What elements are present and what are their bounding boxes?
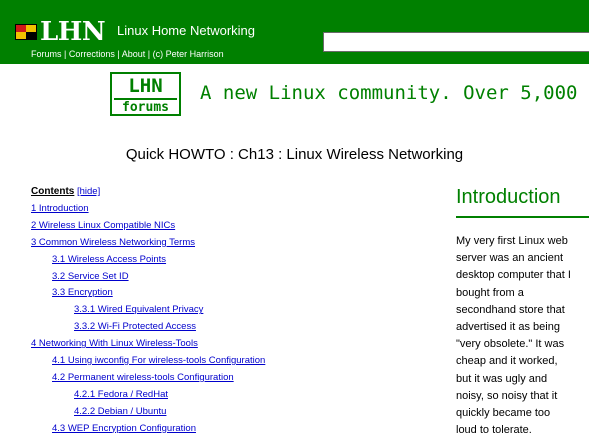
toc-link[interactable]: 3 Common Wireless Networking Terms — [31, 236, 421, 253]
top-nav: Forums | Corrections | About | (c) Peter… — [31, 49, 224, 59]
nav-link-corrections[interactable]: Corrections — [69, 49, 115, 59]
intro-line: bought from a — [456, 286, 524, 299]
section-heading-introduction: Introduction — [456, 186, 561, 208]
nav-link-forums[interactable]: Forums — [31, 49, 62, 59]
toc-link[interactable]: 1 Introduction — [31, 202, 421, 219]
intro-line: advertised it as being — [456, 321, 560, 334]
search-input[interactable] — [323, 32, 589, 52]
toc-link[interactable]: 4.2 Permanent wireless-tools Configurati… — [31, 371, 421, 388]
forums-logo: LHN forums — [110, 72, 181, 116]
intro-line: quickly became too — [456, 407, 551, 420]
intro-line: "very obsolete." It was — [456, 338, 565, 351]
nav-link-about[interactable]: About — [122, 49, 146, 59]
toc-link[interactable]: 4 Networking With Linux Wireless-Tools — [31, 337, 421, 354]
toc-link[interactable]: 4.2.2 Debian / Ubuntu — [31, 405, 421, 422]
toc-hide-link[interactable]: [hide] — [77, 186, 100, 197]
toc-link[interactable]: 3.1 Wireless Access Points — [31, 253, 421, 270]
forums-logo-line2: forums — [114, 98, 177, 115]
intro-line: but it was ugly and — [456, 372, 548, 385]
logo-text: LHN — [40, 17, 106, 47]
table-of-contents: Contents [hide] 1 Introduction 2 Wireless… — [31, 185, 421, 438]
page-title: Quick HOWTO : Ch13 : Linux Wireless Netw… — [125, 146, 464, 163]
intro-line: loud to tolerate. — [456, 424, 532, 437]
intro-line: cheap and it worked, — [456, 355, 558, 368]
banner-text: A new Linux community. Over 5,000 memb — [200, 82, 589, 104]
toc-heading: Contents — [31, 186, 75, 197]
site-header: LHN Linux Home Networking Forums | Corre… — [0, 0, 589, 64]
toc-link[interactable]: 4.1 Using iwconfig For wireless-tools Co… — [31, 354, 421, 371]
toc-header: Contents [hide] — [31, 185, 421, 202]
heading-divider — [456, 216, 589, 218]
toc-link[interactable]: 3.3 Encryption — [31, 286, 421, 303]
intro-line: server was an ancient — [456, 252, 563, 265]
forums-logo-line1: LHN — [128, 75, 163, 97]
intro-line: desktop computer that I — [456, 269, 571, 282]
site-title: Linux Home Networking — [117, 23, 256, 38]
intro-paragraph: My very first Linux web server was an anc… — [456, 233, 589, 439]
nav-link-copyright[interactable]: (c) Peter Harrison — [153, 49, 224, 59]
toc-link[interactable]: 3.3.1 Wired Equivalent Privacy — [31, 303, 421, 320]
intro-line: My very first Linux web — [456, 235, 568, 247]
toc-list: 1 Introduction 2 Wireless Linux Compatibl… — [31, 202, 421, 438]
intro-line: secondhand store that — [456, 303, 565, 316]
toc-link[interactable]: 4.3 WEP Encryption Configuration — [31, 422, 421, 439]
toc-link[interactable]: 2 Wireless Linux Compatible NICs — [31, 219, 421, 236]
toc-link[interactable]: 3.2 Service Set ID — [31, 270, 421, 287]
toc-link[interactable]: 4.2.1 Fedora / RedHat — [31, 388, 421, 405]
intro-line: noisy, so noisy that it — [456, 389, 558, 402]
flag-icon — [15, 24, 37, 40]
site-logo[interactable]: LHN — [15, 17, 106, 47]
forums-banner[interactable]: LHN forums A new Linux community. Over 5… — [110, 70, 589, 118]
toc-link[interactable]: 3.3.2 Wi-Fi Protected Access — [31, 320, 421, 337]
